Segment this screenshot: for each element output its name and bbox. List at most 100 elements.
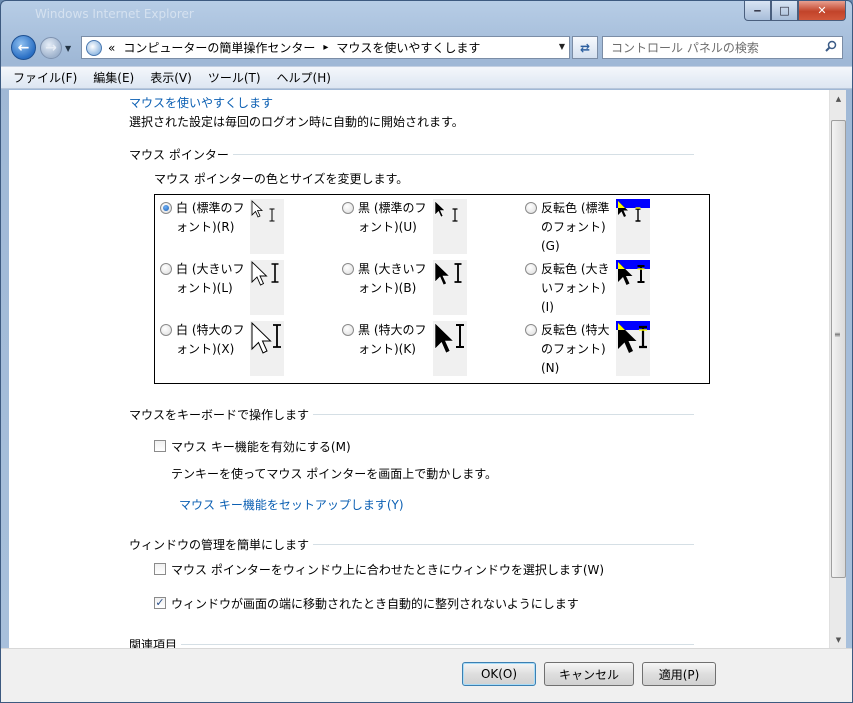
check-mark-icon: ✓ bbox=[155, 596, 165, 609]
close-icon: ✕ bbox=[817, 4, 827, 17]
address-bar[interactable]: « コンピューターの簡単操作センター ▸ マウスを使いやすくします ▼ bbox=[81, 36, 570, 59]
mousekeys-setup-link[interactable]: マウス キー機能をセットアップします(Y) bbox=[179, 496, 404, 513]
menu-bar: ファイル(F) 編集(E) 表示(V) ツール(T) ヘルプ(H) bbox=[1, 66, 852, 89]
mousekeys-description: テンキーを使ってマウス ポインターを画面上で動かします。 bbox=[171, 467, 498, 481]
refresh-button[interactable]: ⇄ bbox=[572, 36, 598, 59]
vertical-scrollbar[interactable]: ▲ ≡ ▼ bbox=[829, 90, 846, 648]
breadcrumb-ease-of-access[interactable]: コンピューターの簡単操作センター bbox=[123, 39, 315, 56]
maximize-button[interactable]: □ bbox=[771, 1, 798, 21]
inverted-pointer-large-icon bbox=[618, 262, 645, 285]
menu-tools[interactable]: ツール(T) bbox=[208, 69, 261, 86]
hover-activate-checkbox[interactable] bbox=[154, 563, 166, 575]
search-input[interactable]: コントロール パネルの検索 bbox=[602, 36, 843, 59]
menu-edit[interactable]: 編集(E) bbox=[93, 69, 134, 86]
mousekeys-checkbox-row[interactable]: マウス キー機能を有効にする(M) bbox=[154, 438, 351, 455]
radio-inverted-large[interactable] bbox=[525, 263, 537, 275]
pointer-option-label: 白 (大きいフォント)(L) bbox=[176, 262, 245, 295]
refresh-icon: ⇄ bbox=[579, 40, 591, 55]
preview-white-large bbox=[250, 260, 284, 315]
pointer-option-black-xlarge[interactable]: 黒 (特大のフォント)(K) bbox=[342, 321, 432, 359]
hover-activate-checkbox-row[interactable]: マウス ポインターをウィンドウ上に合わせたときにウィンドウを選択します(W) bbox=[154, 561, 604, 578]
preview-inverted-large bbox=[616, 260, 650, 315]
scrollbar-grip-icon: ≡ bbox=[834, 330, 841, 339]
pointer-option-black-normal[interactable]: 黒 (標準のフォント)(U) bbox=[342, 199, 432, 237]
pointer-option-label: 白 (標準のフォント)(R) bbox=[176, 201, 245, 234]
address-dropdown-icon[interactable]: ▼ bbox=[559, 42, 565, 51]
radio-white-xlarge[interactable] bbox=[160, 324, 172, 336]
ok-button[interactable]: OK(O) bbox=[462, 662, 536, 686]
menu-help[interactable]: ヘルプ(H) bbox=[277, 69, 331, 86]
minimize-button[interactable]: ‒ bbox=[744, 1, 771, 21]
navigation-bar: ← → ▼ « コンピューターの簡単操作センター ▸ マウスを使いやすくします … bbox=[1, 31, 852, 65]
cancel-button[interactable]: キャンセル bbox=[544, 662, 634, 686]
page-subtitle: 選択された設定は毎回のログオン時に自動的に開始されます。 bbox=[129, 115, 464, 129]
pointer-option-inverted-large[interactable]: 反転色 (大きいフォント)(I) bbox=[525, 260, 615, 317]
pointer-option-label: 黒 (特大のフォント)(K) bbox=[358, 323, 427, 356]
black-pointer-large-icon bbox=[434, 261, 462, 286]
scroll-down-arrow-icon[interactable]: ▼ bbox=[830, 631, 847, 648]
content-pane: マウスを使いやすくします 選択された設定は毎回のログオン時に自動的に開始されます… bbox=[9, 90, 829, 648]
inverted-pointer-xlarge-icon bbox=[618, 323, 647, 353]
radio-inverted-normal[interactable] bbox=[525, 202, 537, 214]
control-panel-icon bbox=[86, 39, 102, 56]
scrollbar-thumb[interactable] bbox=[831, 120, 846, 578]
pointer-option-white-large[interactable]: 白 (大きいフォント)(L) bbox=[160, 260, 250, 298]
forward-button[interactable]: → bbox=[40, 37, 62, 59]
page-title: マウスを使いやすくします bbox=[129, 96, 274, 110]
pointer-option-label: 白 (特大のフォント)(X) bbox=[176, 323, 245, 356]
preview-inverted-normal bbox=[616, 199, 650, 254]
pointer-section-heading: マウス ポインター bbox=[129, 146, 694, 162]
radio-white-large[interactable] bbox=[160, 263, 172, 275]
radio-white-normal[interactable] bbox=[160, 202, 172, 214]
window-title: Windows Internet Explorer bbox=[35, 7, 194, 21]
prevent-arrange-checkbox-row[interactable]: ✓ ウィンドウが画面の端に移動されたとき自動的に整列されないようにします bbox=[154, 595, 579, 612]
pointer-option-label: 黒 (標準のフォント)(U) bbox=[358, 201, 427, 234]
menu-view[interactable]: 表示(V) bbox=[150, 69, 192, 86]
pointer-option-white-normal[interactable]: 白 (標準のフォント)(R) bbox=[160, 199, 250, 237]
pointer-option-inverted-xlarge[interactable]: 反転色 (特大のフォント)(N) bbox=[525, 321, 615, 378]
explorer-window: Windows Internet Explorer ‒ □ ✕ ← → ▼ « … bbox=[0, 0, 853, 703]
breadcrumb-mouse[interactable]: マウスを使いやすくします bbox=[336, 39, 480, 56]
back-button[interactable]: ← bbox=[11, 35, 36, 60]
white-pointer-xlarge-icon bbox=[251, 321, 281, 354]
pointer-description: マウス ポインターの色とサイズを変更します。 bbox=[154, 172, 409, 186]
pointer-option-label: 反転色 (大きいフォント)(I) bbox=[541, 262, 610, 314]
radio-inverted-xlarge[interactable] bbox=[525, 324, 537, 336]
recent-pages-dropdown[interactable]: ▼ bbox=[65, 44, 71, 53]
minimize-icon: ‒ bbox=[753, 4, 762, 17]
prevent-arrange-checkbox[interactable]: ✓ bbox=[154, 597, 166, 609]
window-section-heading: ウィンドウの管理を簡単にします bbox=[129, 536, 694, 552]
radio-black-large[interactable] bbox=[342, 263, 354, 275]
preview-inverted-xlarge bbox=[616, 321, 650, 376]
title-bar[interactable]: Windows Internet Explorer ‒ □ ✕ bbox=[1, 1, 852, 29]
keyboard-section-heading: マウスをキーボードで操作します bbox=[129, 406, 694, 422]
breadcrumb-prefix[interactable]: « bbox=[108, 41, 115, 55]
mousekeys-checkbox[interactable] bbox=[154, 440, 166, 452]
scroll-up-arrow-icon[interactable]: ▲ bbox=[830, 90, 847, 107]
close-button[interactable]: ✕ bbox=[798, 1, 846, 21]
forward-arrow-icon: → bbox=[45, 40, 57, 56]
maximize-icon: □ bbox=[779, 4, 790, 17]
pointer-option-black-large[interactable]: 黒 (大きいフォント)(B) bbox=[342, 260, 432, 298]
menu-file[interactable]: ファイル(F) bbox=[13, 69, 77, 86]
inverted-pointer-icon bbox=[618, 201, 641, 222]
breadcrumb-separator-icon[interactable]: ▸ bbox=[323, 42, 328, 53]
related-section-heading: 関連項目 bbox=[129, 636, 694, 648]
white-pointer-large-icon bbox=[251, 260, 279, 286]
white-pointer-icon bbox=[251, 200, 275, 222]
preview-white-xlarge bbox=[250, 321, 284, 376]
back-arrow-icon: ← bbox=[17, 39, 30, 56]
black-pointer-xlarge-icon bbox=[434, 322, 464, 354]
pointer-option-white-xlarge[interactable]: 白 (特大のフォント)(X) bbox=[160, 321, 250, 359]
pointer-scheme-group: 白 (標準のフォント)(R) 黒 (標準のフォント)(U) 反転色 (標準のフォ… bbox=[154, 194, 710, 384]
radio-black-normal[interactable] bbox=[342, 202, 354, 214]
apply-button[interactable]: 適用(P) bbox=[642, 662, 716, 686]
pointer-option-inverted-normal[interactable]: 反転色 (標準のフォント)(G) bbox=[525, 199, 615, 256]
search-icon[interactable] bbox=[825, 40, 837, 52]
dialog-button-bar: OK(O) キャンセル 適用(P) bbox=[1, 648, 852, 702]
black-pointer-icon bbox=[434, 200, 458, 222]
radio-black-xlarge[interactable] bbox=[342, 324, 354, 336]
search-placeholder: コントロール パネルの検索 bbox=[611, 41, 759, 55]
pointer-option-label: 反転色 (標準のフォント)(G) bbox=[541, 201, 610, 253]
pointer-option-label: 黒 (大きいフォント)(B) bbox=[358, 262, 427, 295]
